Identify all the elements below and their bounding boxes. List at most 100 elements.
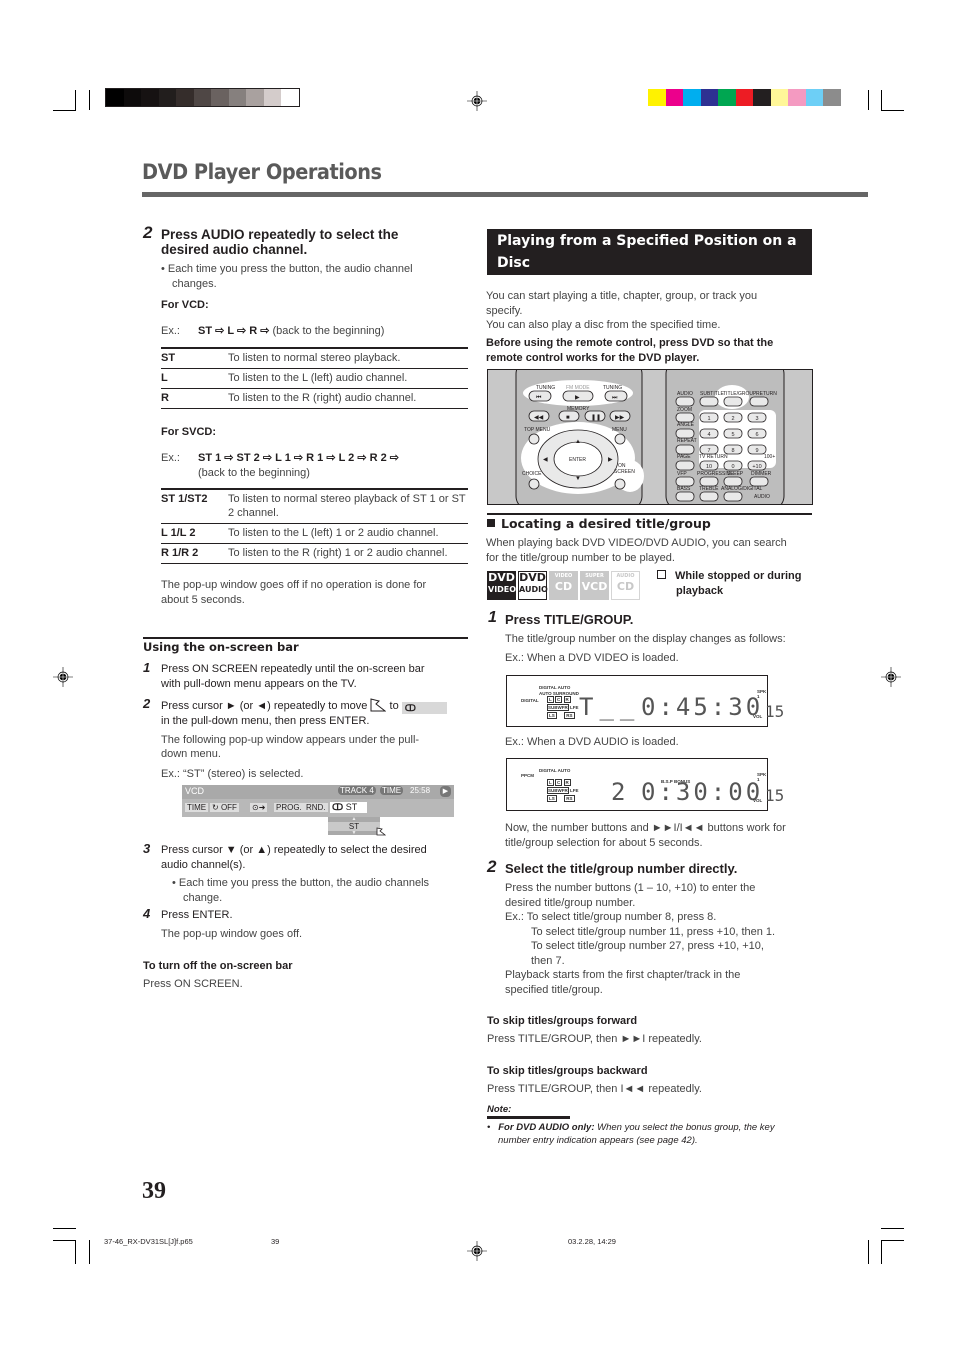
turn-off-text: Press ON SCREEN. <box>143 978 243 990</box>
crop-mark <box>75 1240 76 1264</box>
repeat-icon: ↻ <box>212 803 219 812</box>
number-key-label: 9 <box>755 448 758 454</box>
skip-backward-text: Press TITLE/GROUP, then I◄◄ repeatedly. <box>487 1083 702 1095</box>
ex-prefix: Ex.: <box>161 452 180 464</box>
osd-menu-audio[interactable]: ↀ ST <box>330 802 368 813</box>
audio-channel-icon: ↀ <box>332 802 344 812</box>
badge-top: AUDIO <box>616 573 635 579</box>
lcd-ch: LS <box>547 795 557 802</box>
osd-menu-timer[interactable]: ⊙➜ <box>250 803 268 812</box>
badge-top: DVD <box>488 571 515 584</box>
text-line: Ex.: “ST” (stereo) is selected. <box>161 767 304 780</box>
condition-line: While stopped or during <box>675 570 802 582</box>
svg-text:⏮: ⏮ <box>536 395 542 401</box>
remote-drawing: 1 2 34 5 67 8 910 0 +10 TUNING FM MODE TUNING MEMO… <box>515 370 785 504</box>
page-number: 39 <box>142 1178 166 1204</box>
lcd-ch: L <box>547 779 554 786</box>
text-line: then 7. <box>531 954 565 967</box>
text-line: • For DVD AUDIO only: When you select th… <box>487 1122 775 1133</box>
text-line: Press ON SCREEN repeatedly until the on-… <box>161 663 425 675</box>
svg-text:BASS: BASS <box>677 486 691 492</box>
lcd-volume: 15 <box>765 702 785 721</box>
skip-backward-heading: To skip titles/groups backward <box>487 1065 648 1077</box>
svg-text:TUNING: TUNING <box>603 385 622 391</box>
color-swatch <box>805 89 823 106</box>
svg-text:▶▶: ▶▶ <box>615 415 625 421</box>
text-line: The title/group number on the display ch… <box>505 633 786 645</box>
osd-menu-repeat[interactable]: ↻ OFF <box>210 803 239 812</box>
text-line: To select title/group number 11, press +… <box>531 925 776 938</box>
color-swatch <box>176 89 194 106</box>
file-name: 37-46_RX-DV31SL[J]f.p65 <box>104 1237 193 1246</box>
lcd-indicator: DIGITAL AUTO <box>539 685 571 690</box>
color-swatch <box>753 89 771 106</box>
number-key-label: 0 <box>731 464 734 470</box>
lcd-indicator: DIGITAL <box>521 698 539 703</box>
text-line: • Each time you press the button, the au… <box>161 263 413 275</box>
lcd-speaker-grid: L C R SUBWFR LFE LS RS <box>547 779 579 803</box>
svcd-channel-table: ST 1/ST2 To listen to normal stereo playb… <box>161 488 468 564</box>
osd-source: VCD <box>185 786 205 796</box>
badge-top: VIDEO <box>554 573 573 579</box>
svg-text:SCREEN: SCREEN <box>614 469 635 475</box>
svg-text:ANALOG/DIGITAL: ANALOG/DIGITAL <box>721 486 763 492</box>
crop-mark <box>881 90 882 110</box>
channel-key: R 1/R 2 <box>161 543 228 564</box>
text-line: Press cursor ► (or ◄) repeatedly to move… <box>161 698 447 714</box>
channel-desc: To listen to the L (left) audio channel. <box>228 368 468 389</box>
step-text: Press ON SCREEN repeatedly until the on-… <box>161 662 425 691</box>
text-line: with pull-down menu appears on the TV. <box>161 677 357 690</box>
channel-desc: To listen to the L (left) 1 or 2 audio c… <box>228 523 468 544</box>
crop-mark <box>53 1240 76 1241</box>
osd-track: TRACK 4 <box>338 786 376 795</box>
svg-text:◀: ◀ <box>543 457 548 463</box>
condition-text: While stopped or during playback <box>657 569 802 598</box>
step-heading: Press TITLE/GROUP. <box>505 612 634 627</box>
text-line: playback <box>676 584 724 597</box>
cursor-arrow-icon <box>370 698 387 712</box>
svg-text:TUNING: TUNING <box>536 385 555 391</box>
text-line: Now, the number buttons and ►►I/I◄◄ butt… <box>505 822 786 834</box>
svg-text:▲: ▲ <box>575 439 581 445</box>
svg-text:▼: ▼ <box>575 476 581 482</box>
color-swatch <box>211 89 229 106</box>
channel-desc: To listen to normal stereo playback of S… <box>228 489 468 524</box>
svg-text:VFP: VFP <box>677 471 687 477</box>
step-heading-line: Press AUDIO repeatedly to select the <box>161 227 399 242</box>
vcd-label: For VCD: <box>161 299 209 311</box>
badge-top: SUPER <box>585 573 604 579</box>
table-row: ST To listen to normal stereo playback. <box>161 348 468 369</box>
crop-mark <box>53 1228 76 1229</box>
lcd-main: T__ <box>579 693 641 721</box>
crop-mark <box>89 90 90 110</box>
color-swatch <box>788 89 806 106</box>
color-swatch <box>823 89 841 106</box>
lcd-ch: LFE <box>570 705 579 710</box>
text-line: Ex.: To select title/group number 8, pre… <box>505 911 717 923</box>
table-row: R 1/R 2 To listen to the R (right) 1 or 2… <box>161 543 468 564</box>
lcd-ch: L <box>547 696 554 703</box>
locating-rule <box>487 513 812 515</box>
lcd-ch: LFE <box>570 788 579 793</box>
osd-menu-prog[interactable]: PROG. <box>274 803 304 812</box>
ex-prefix: Ex.: <box>161 325 180 337</box>
registration-mark-icon <box>881 667 901 687</box>
crop-mark <box>89 1240 90 1264</box>
svg-text:MEMORY: MEMORY <box>567 406 590 412</box>
text-line: • Each time you press the button, the au… <box>172 877 430 889</box>
number-key-label: 8 <box>731 448 734 454</box>
color-swatch <box>683 89 701 106</box>
channel-key: R <box>161 388 228 409</box>
osd-menu-rnd[interactable]: RND. <box>304 803 328 812</box>
osd-menu-time[interactable]: TIME <box>185 803 209 812</box>
channel-desc: To listen to the R (right) audio channel… <box>228 388 468 409</box>
popup-down-arrow[interactable]: ▼ <box>328 831 380 836</box>
number-key-label: 1 <box>707 416 710 422</box>
osd-time-value: 25:58 <box>410 786 431 795</box>
badge-bottom: VIDEO <box>488 585 517 594</box>
intro-text: You can start playing a title, chapter, … <box>486 289 757 333</box>
text-line: Ex.: When a DVD AUDIO is loaded. <box>505 736 679 748</box>
sequence: ST 1 ⇨ ST 2 ⇨ L 1 ⇨ R 1 ⇨ L 2 ⇨ R 2 ⇨ <box>198 452 400 464</box>
svg-text:■: ■ <box>566 415 570 421</box>
step-text: Press cursor ► (or ◄) repeatedly to move… <box>161 698 447 781</box>
